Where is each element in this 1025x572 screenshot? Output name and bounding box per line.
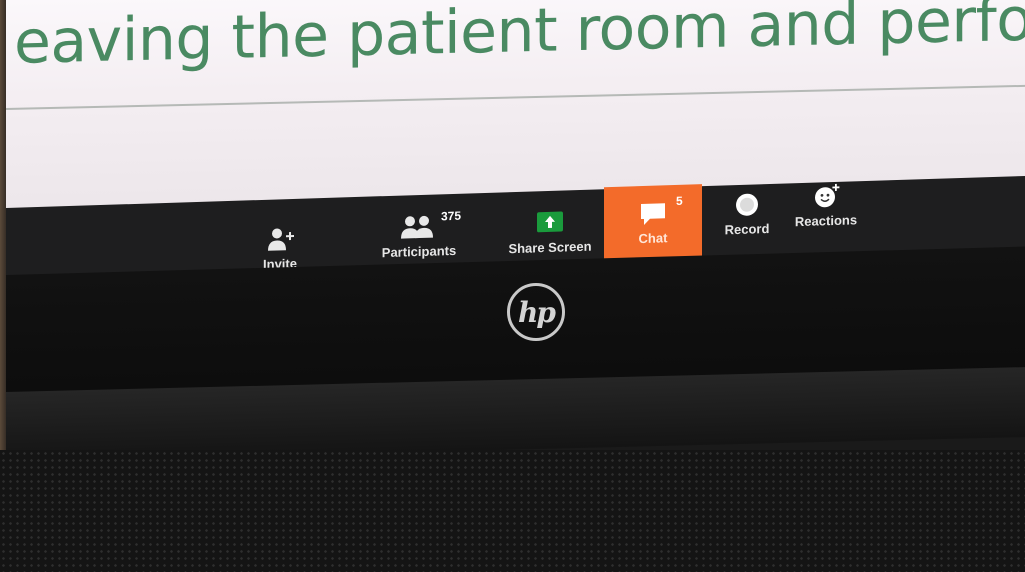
participants-icon: 375 <box>399 208 461 239</box>
reactions-button[interactable]: Reactions <box>788 169 864 241</box>
photo-scene: eaving the patient room and perform Invi… <box>0 0 1025 572</box>
chat-button[interactable]: 5 Chat <box>604 184 702 262</box>
hp-logo: hp <box>507 283 565 341</box>
share-screen-button[interactable]: Share Screen <box>500 195 600 268</box>
hp-logo-text: hp <box>518 295 556 329</box>
chat-label: Chat <box>638 229 668 246</box>
share-screen-icon <box>535 209 565 234</box>
reactions-icon <box>813 182 840 207</box>
slide-text: eaving the patient room and perform <box>14 0 1025 78</box>
participants-label: Participants <box>381 242 457 260</box>
record-icon <box>734 191 760 216</box>
laptop-speaker-grille <box>0 450 1025 572</box>
participants-count: 375 <box>441 208 462 223</box>
reactions-label: Reactions <box>794 211 858 229</box>
record-label: Record <box>724 220 770 237</box>
invite-icon <box>267 225 294 251</box>
share-screen-label: Share Screen <box>508 238 592 256</box>
chat-icon: 5 <box>638 193 683 225</box>
slide-divider <box>6 84 1025 110</box>
chat-badge: 5 <box>676 193 683 208</box>
record-button[interactable]: Record <box>710 178 784 250</box>
